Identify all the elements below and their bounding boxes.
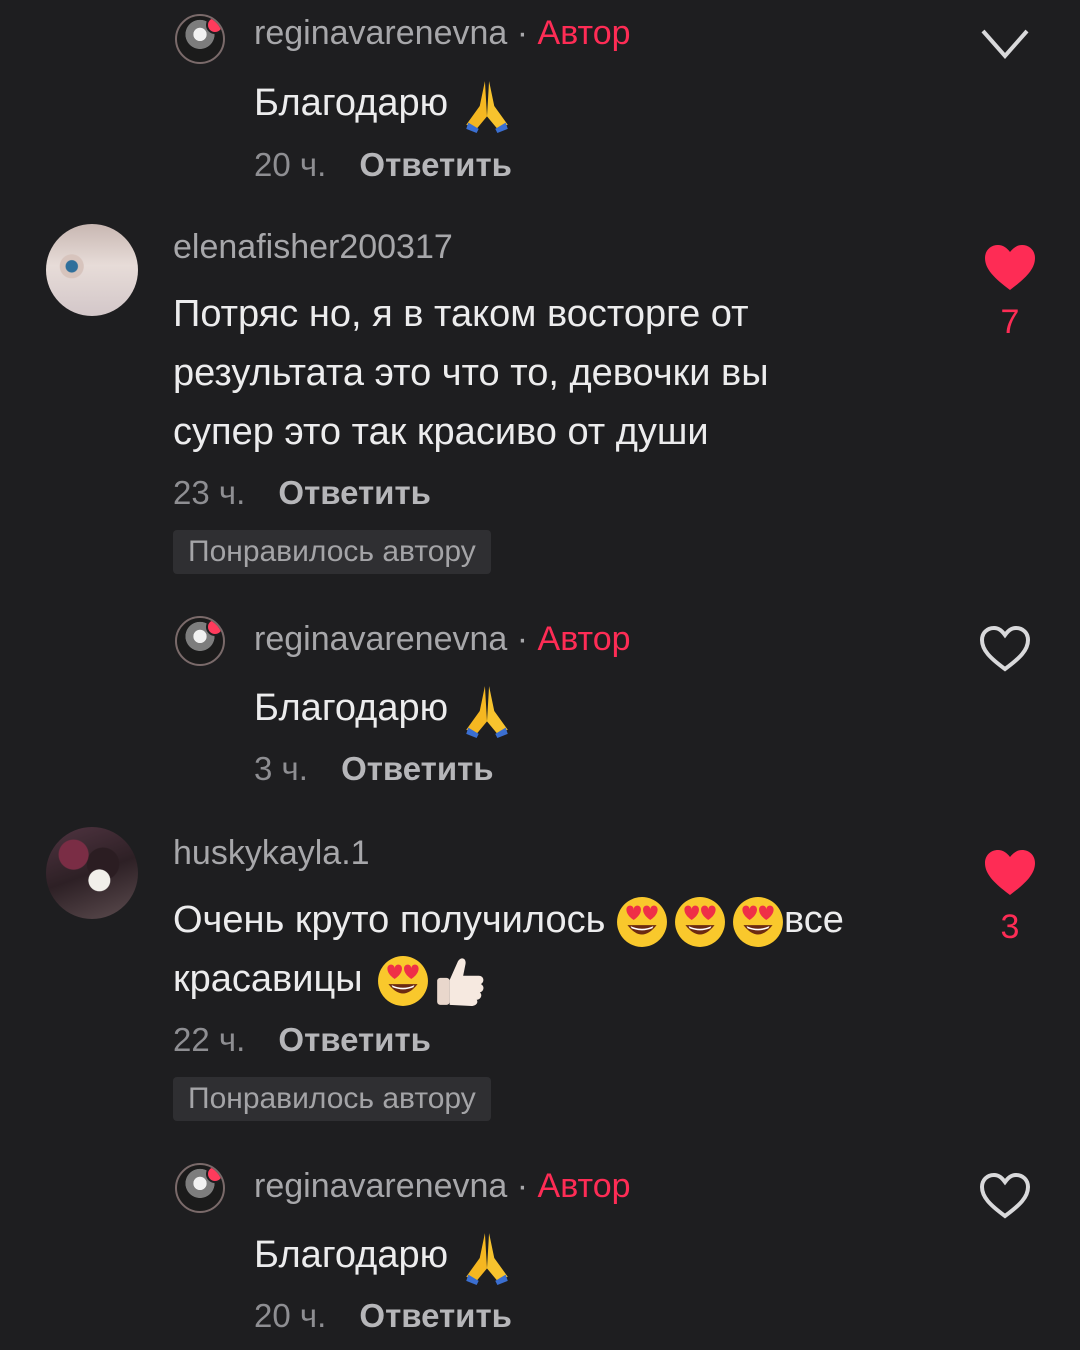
comment-line: Потряс но, я в таком восторге от xyxy=(173,293,749,335)
username[interactable]: reginavarenevna xyxy=(254,1167,507,1205)
heart-eyes-emoji-icon xyxy=(675,897,725,947)
username[interactable]: reginavarenevna xyxy=(254,14,507,52)
author-tag: Автор xyxy=(537,1167,631,1205)
avatar[interactable] xyxy=(175,14,225,64)
comment-meta: 22 ч. Ответить xyxy=(173,1021,431,1059)
comment-time: 3 ч. xyxy=(254,750,308,787)
comment-time: 20 ч. xyxy=(254,146,327,183)
username[interactable]: elenafisher200317 xyxy=(173,228,453,267)
comment-username-row: reginavarenevna · Автор xyxy=(254,620,631,659)
avatar[interactable] xyxy=(46,224,138,316)
liked-by-author-badge: Понравилось автору xyxy=(173,530,491,574)
heart-badge-icon xyxy=(206,618,223,636)
separator: · xyxy=(516,1167,529,1205)
comment-text: Очень круто получилось все красавицы xyxy=(173,891,844,1009)
comment-line: результата это что то, девочки вы xyxy=(173,352,769,394)
comment-text: Благодарю xyxy=(254,1226,515,1285)
heart-outline-icon[interactable] xyxy=(978,625,1032,673)
heart-outline-icon[interactable] xyxy=(978,26,1032,72)
reply-button[interactable]: Ответить xyxy=(278,1021,431,1058)
heart-eyes-emoji-icon xyxy=(617,897,667,947)
like-control[interactable]: 7 xyxy=(980,244,1040,342)
comment-username-row: reginavarenevna · Автор xyxy=(254,14,631,53)
avatar[interactable] xyxy=(46,827,138,919)
heart-eyes-emoji-icon xyxy=(733,897,783,947)
like-count: 7 xyxy=(1000,303,1020,341)
heart-filled-icon[interactable] xyxy=(983,244,1037,292)
heart-eyes-emoji-icon xyxy=(378,956,429,1006)
reply-button[interactable]: Ответить xyxy=(278,474,431,511)
thumbs-up-emoji-icon xyxy=(437,958,484,1006)
comment-meta: 23 ч. Ответить xyxy=(173,474,431,512)
reply-button[interactable]: Ответить xyxy=(359,1297,512,1334)
username[interactable]: huskykayla.1 xyxy=(173,834,370,873)
heart-filled-icon[interactable] xyxy=(983,849,1037,897)
folded-hands-emoji-icon xyxy=(465,686,508,738)
comment-text: Потряс но, я в таком восторге от результ… xyxy=(173,285,769,462)
username[interactable]: reginavarenevna xyxy=(254,620,507,658)
comment-line: Очень круто получилось все xyxy=(173,891,844,950)
liked-by-author-badge: Понравилось автору xyxy=(173,1077,491,1121)
heart-badge-icon xyxy=(206,16,223,34)
heart-outline-icon[interactable] xyxy=(978,1172,1032,1220)
comment-meta: 3 ч. Ответить xyxy=(254,750,494,788)
comment-line: супер это так красиво от души xyxy=(173,411,709,453)
avatar[interactable] xyxy=(175,1163,225,1213)
separator: · xyxy=(516,14,529,52)
like-count: 3 xyxy=(1000,908,1020,946)
author-tag: Автор xyxy=(537,14,631,52)
comment-text: Благодарю xyxy=(254,679,515,738)
comment-meta: 20 ч. Ответить xyxy=(254,146,512,184)
heart-badge-icon xyxy=(206,1165,223,1183)
comment-meta: 20 ч. Ответить xyxy=(254,1297,512,1335)
comment-text: Благодарю xyxy=(254,74,515,133)
comment-time: 22 ч. xyxy=(173,1021,246,1058)
comment-line: красавицы xyxy=(173,950,844,1009)
folded-hands-emoji-icon xyxy=(465,81,508,133)
author-tag: Автор xyxy=(537,620,631,658)
reply-button[interactable]: Ответить xyxy=(341,750,494,787)
like-control[interactable]: 3 xyxy=(980,849,1040,947)
comment-time: 23 ч. xyxy=(173,474,246,511)
separator: · xyxy=(516,620,529,658)
folded-hands-emoji-icon xyxy=(465,1233,508,1285)
comment-username-row: reginavarenevna · Автор xyxy=(254,1167,631,1206)
comment-time: 20 ч. xyxy=(254,1297,327,1334)
avatar[interactable] xyxy=(175,616,225,666)
reply-button[interactable]: Ответить xyxy=(359,146,512,183)
